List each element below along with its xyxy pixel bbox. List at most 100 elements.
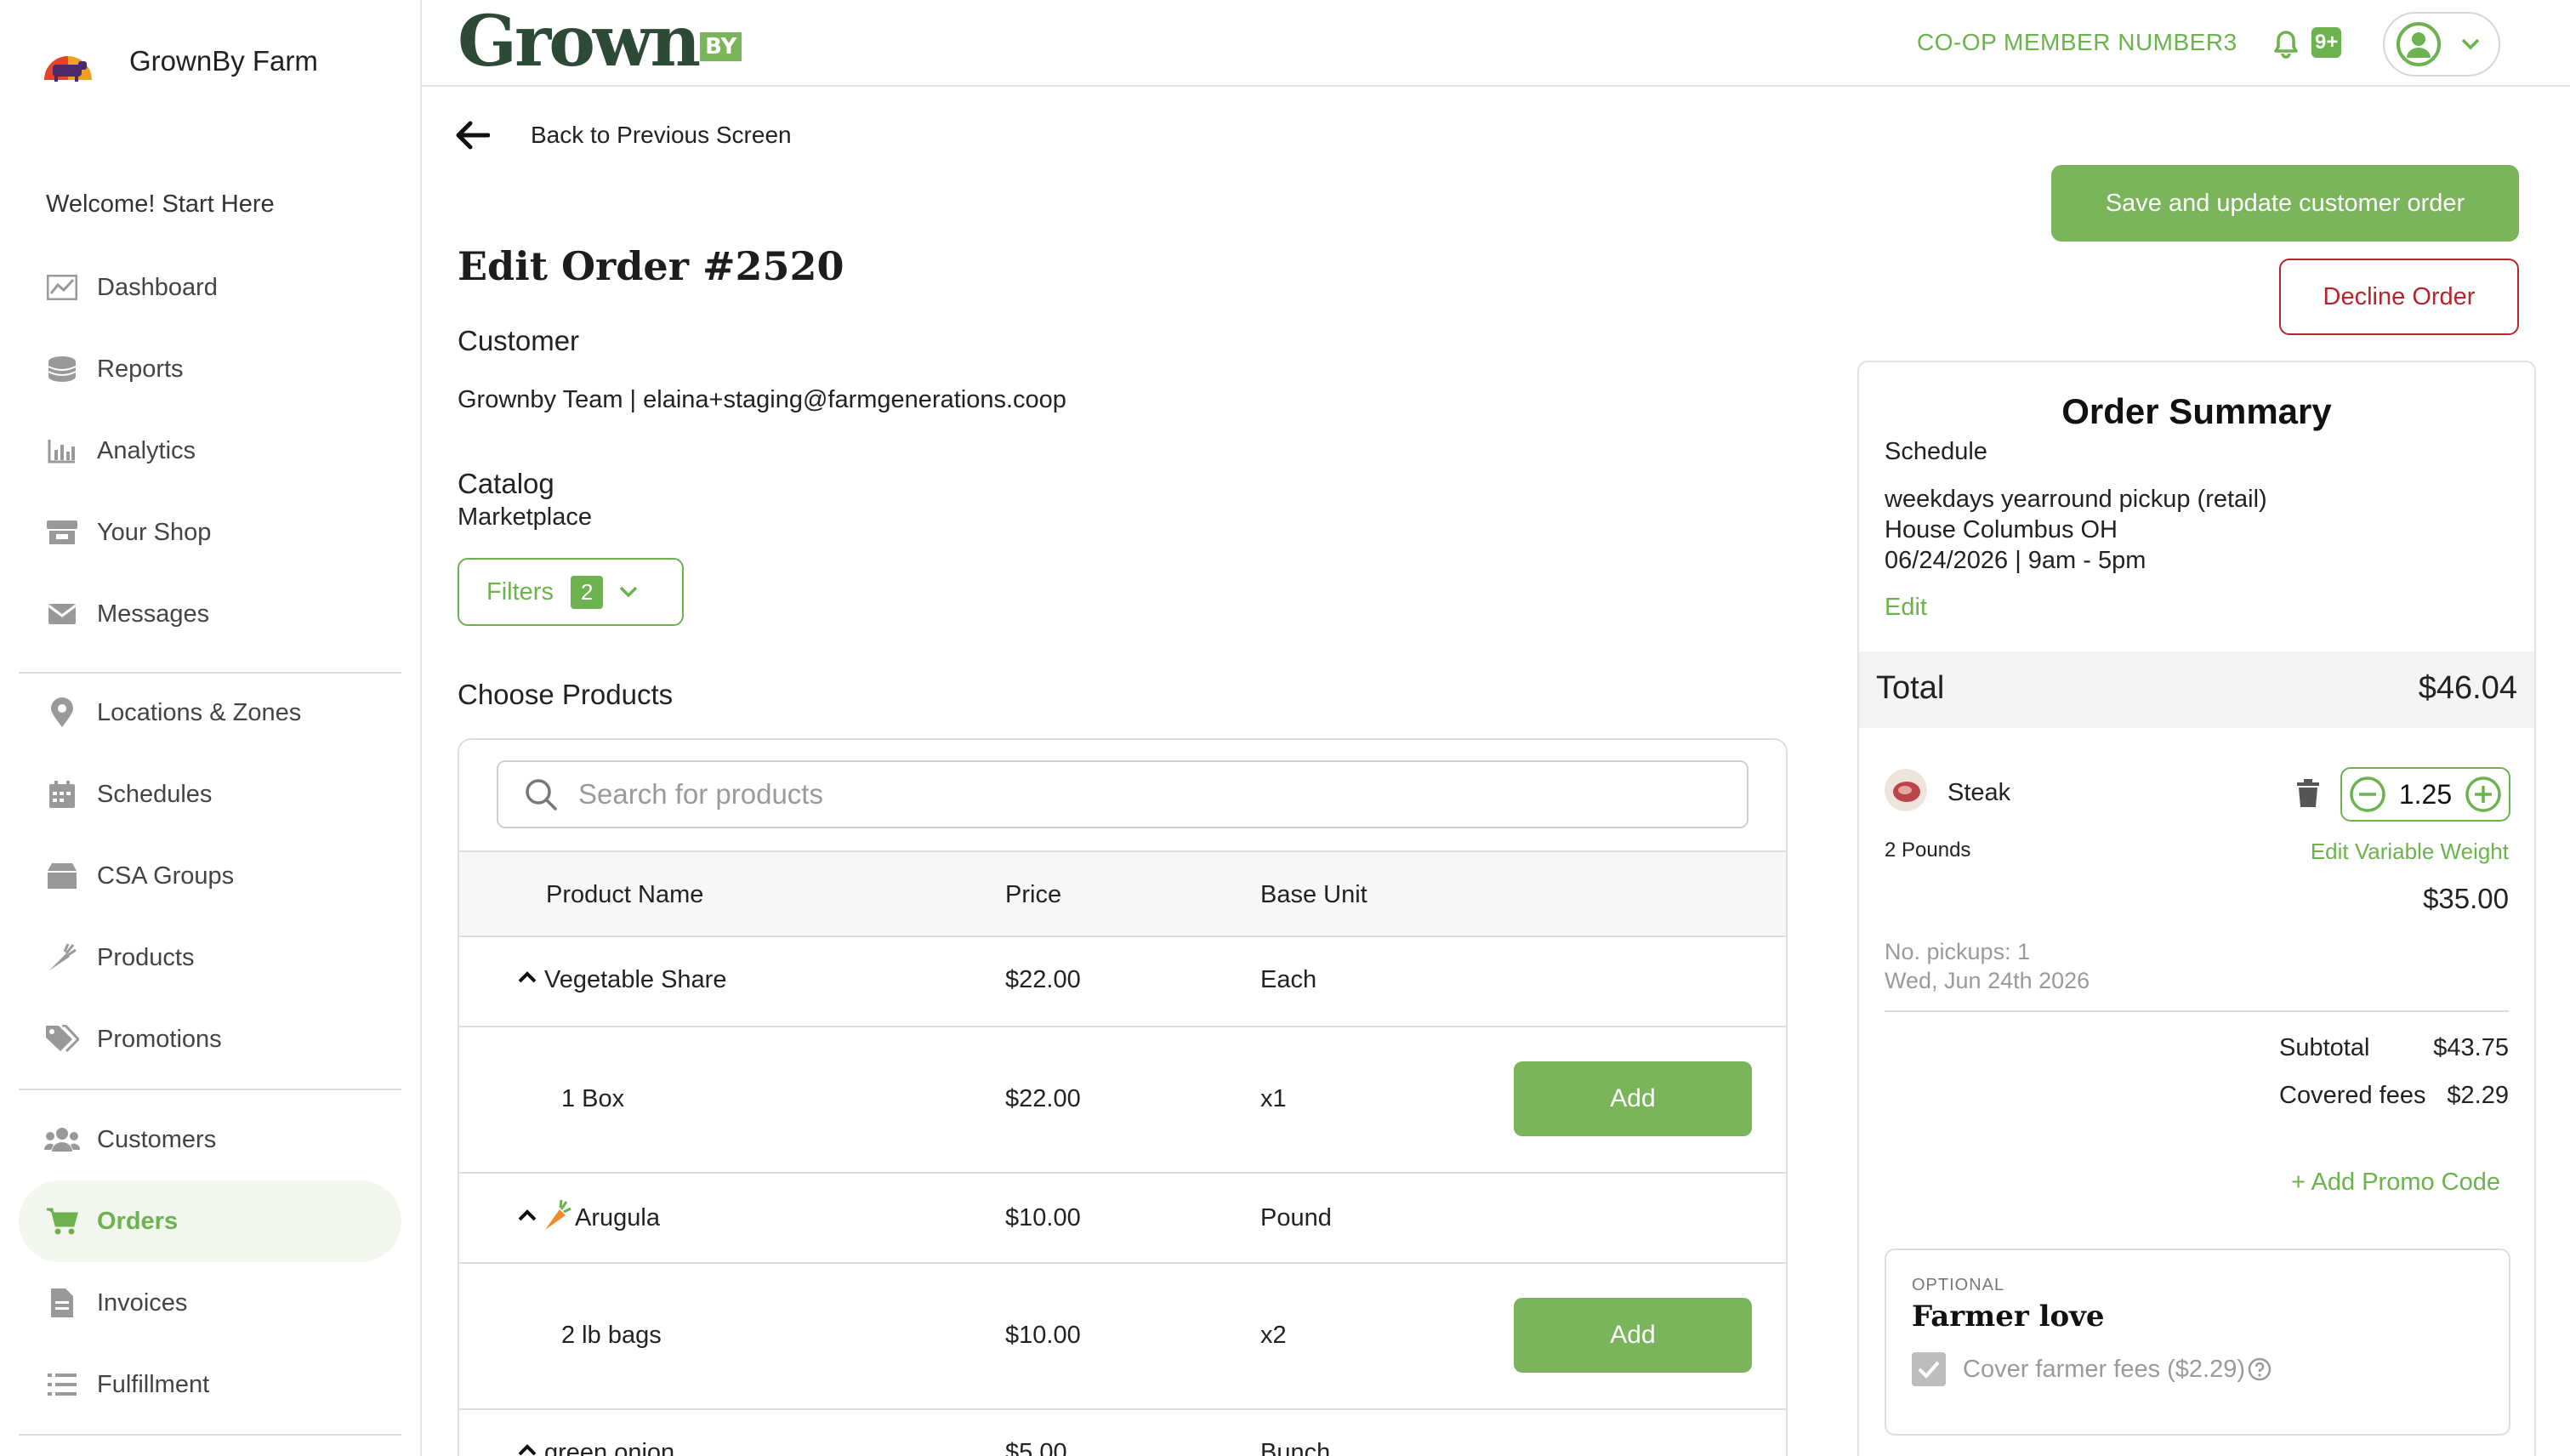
quantity-stepper[interactable]: 1.25 [2340, 767, 2510, 822]
sidebar-nav-group-2: Locations & Zones Schedules CSA Groups P… [19, 672, 401, 1080]
farmer-love-box: OPTIONAL Farmer love Cover farmer fees (… [1885, 1248, 2510, 1436]
schedule-location: House Columbus OH [1885, 516, 2118, 543]
cover-fees-checkbox[interactable] [1912, 1352, 1946, 1386]
add-button[interactable]: Add [1514, 1061, 1752, 1136]
users-icon [44, 1122, 80, 1157]
sidebar-nav-group-3: Customers Orders Invoices Fulfillment [19, 1099, 401, 1425]
filters-label: Filters [486, 577, 554, 606]
edit-variable-weight-link[interactable]: Edit Variable Weight [2311, 839, 2509, 865]
welcome-link[interactable]: Welcome! Start Here [46, 191, 275, 219]
sidebar-item-csa-groups[interactable]: CSA Groups [19, 835, 401, 917]
sidebar-item-label: Dashboard [97, 273, 218, 301]
sidebar-item-invoices[interactable]: Invoices [19, 1262, 401, 1344]
page-title: Edit Order #2520 [458, 243, 844, 289]
sidebar-item-products[interactable]: Products [19, 917, 401, 998]
brand-name: GrownBy Farm [129, 45, 318, 77]
search-input[interactable] [578, 778, 1684, 810]
minus-circle-icon[interactable] [2349, 776, 2386, 813]
sidebar-item-analytics[interactable]: Analytics [19, 410, 401, 492]
chart-icon [44, 270, 80, 305]
grownby-logo[interactable]: Grown BY [458, 3, 742, 80]
quantity-value[interactable]: 1.25 [2399, 779, 2452, 810]
sidebar-item-reports[interactable]: Reports [19, 328, 401, 410]
variant-price: $22.00 [1005, 1085, 1081, 1112]
user-menu-button[interactable] [2383, 12, 2500, 77]
coins-icon [44, 351, 80, 387]
add-button[interactable]: Add [1514, 1298, 1752, 1373]
bell-icon[interactable] [2269, 26, 2303, 60]
sidebar-item-locations[interactable]: Locations & Zones [19, 672, 401, 754]
member-number[interactable]: CO-OP MEMBER NUMBER3 [1917, 29, 2237, 56]
column-header-price[interactable]: Price [1005, 881, 1061, 909]
product-row[interactable]: green onion $5.00 Bunch [459, 1410, 1786, 1456]
help-circle-icon[interactable] [2247, 1356, 2272, 1382]
plus-circle-icon[interactable] [2465, 776, 2502, 813]
chevron-down-icon [2461, 38, 2480, 50]
trash-icon[interactable] [2296, 779, 2320, 808]
total-value: $46.04 [2418, 670, 2517, 706]
sidebar-item-label: Your Shop [97, 518, 212, 546]
sidebar-item-label: CSA Groups [97, 862, 235, 890]
variant-unit: x1 [1260, 1085, 1287, 1112]
chevron-down-icon [620, 586, 638, 598]
product-price: $22.00 [1005, 966, 1081, 993]
filters-button[interactable]: Filters 2 [458, 558, 684, 626]
sidebar-item-customers[interactable]: Customers [19, 1099, 401, 1180]
order-summary-title: Order Summary [2061, 391, 2332, 431]
sidebar-item-fulfillment[interactable]: Fulfillment [19, 1344, 401, 1425]
bar-chart-icon [44, 433, 80, 469]
column-header-base-unit[interactable]: Base Unit [1260, 881, 1367, 909]
sidebar-item-dashboard[interactable]: Dashboard [19, 247, 401, 328]
chevron-up-icon[interactable] [517, 970, 537, 985]
sidebar-item-your-shop[interactable]: Your Shop [19, 492, 401, 573]
save-order-button[interactable]: Save and update customer order [2051, 165, 2519, 242]
edit-schedule-link[interactable]: Edit [1885, 594, 1927, 622]
total-bar: Total $46.04 [1859, 651, 2534, 728]
add-promo-code-link[interactable]: + Add Promo Code [2291, 1169, 2500, 1197]
logo-badge: BY [700, 32, 742, 61]
box-icon [44, 858, 80, 894]
order-item-name: Steak [1947, 779, 2011, 806]
chevron-up-icon[interactable] [517, 1208, 537, 1223]
schedule-name: weekdays yearround pickup (retail) [1885, 486, 2267, 513]
back-link[interactable]: Back to Previous Screen [456, 121, 792, 150]
sidebar-item-label: Analytics [97, 436, 196, 464]
list-icon [44, 1367, 80, 1402]
sidebar-item-label: Orders [97, 1207, 179, 1235]
chevron-up-icon[interactable] [517, 1442, 537, 1456]
product-name: Vegetable Share [544, 966, 727, 993]
product-name: green onion [544, 1439, 675, 1456]
map-pin-icon [44, 695, 80, 731]
farm-logo-icon [44, 56, 92, 82]
check-icon [1918, 1361, 1940, 1379]
variant-row: 2 lb bags $10.00 x2 Add [459, 1264, 1786, 1410]
sidebar-item-orders[interactable]: Orders [19, 1180, 401, 1262]
tags-icon [44, 1021, 80, 1057]
schedule-datetime: 06/24/2026 | 9am - 5pm [1885, 547, 2146, 574]
sidebar-item-messages[interactable]: Messages [19, 573, 401, 655]
sidebar-item-promotions[interactable]: Promotions [19, 998, 401, 1080]
search-box[interactable] [497, 760, 1748, 828]
order-item-price: $35.00 [2423, 883, 2509, 914]
sidebar-item-label: Products [97, 943, 195, 971]
customer-heading: Customer [458, 325, 580, 356]
column-header-product-name[interactable]: Product Name [546, 881, 703, 909]
covered-fees-label: Covered fees [2279, 1082, 2426, 1109]
sidebar: GrownBy Farm Welcome! Start Here Dashboa… [0, 0, 422, 1456]
sidebar-item-schedules[interactable]: Schedules [19, 754, 401, 835]
catalog-value: Marketplace [458, 503, 592, 531]
sidebar-item-label: Schedules [97, 780, 213, 808]
steak-thumbnail [1885, 769, 1927, 811]
product-row[interactable]: Arugula $10.00 Pound [459, 1174, 1786, 1264]
table-header: Product Name Price Base Unit [459, 850, 1786, 937]
cover-fees-checkbox-row[interactable]: Cover farmer fees ($2.29) [1912, 1352, 2272, 1386]
product-unit: Bunch [1260, 1439, 1331, 1456]
brand[interactable]: GrownBy Farm [41, 37, 318, 85]
product-row[interactable]: Vegetable Share $22.00 Each [459, 937, 1786, 1027]
sidebar-divider-3 [19, 1424, 401, 1446]
products-table: Product Name Price Base Unit Vegetable S… [458, 738, 1788, 1456]
carrot-icon [545, 1199, 571, 1230]
file-invoice-icon [44, 1285, 80, 1321]
variant-name: 1 Box [561, 1085, 625, 1112]
decline-order-button[interactable]: Decline Order [2279, 259, 2519, 335]
